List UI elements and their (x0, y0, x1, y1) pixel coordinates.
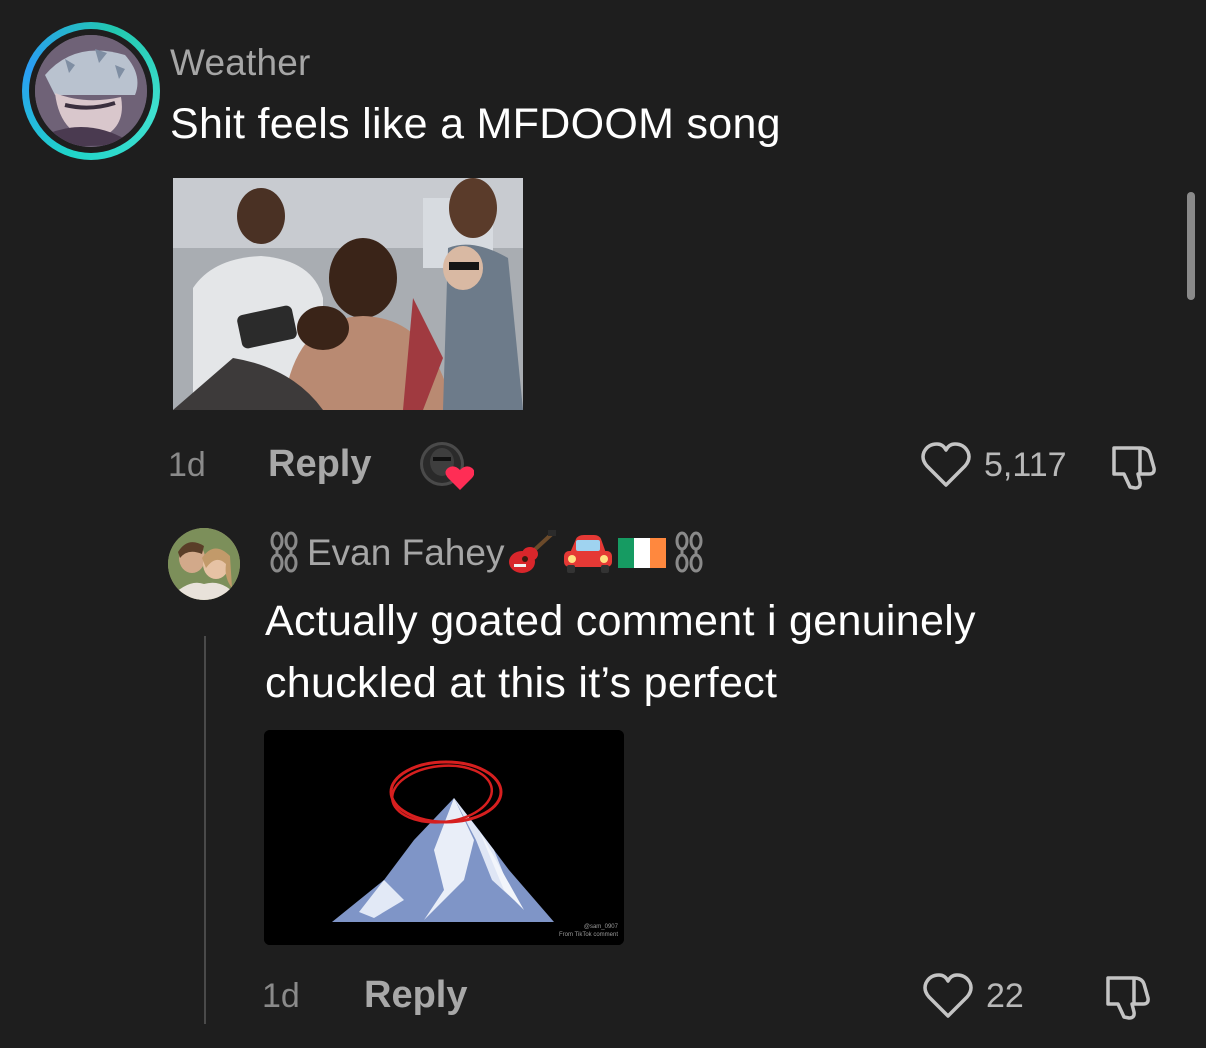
reply-like-count: 22 (986, 976, 1024, 1015)
chain-icon (675, 531, 703, 573)
comment-gif[interactable] (173, 178, 523, 410)
gif-watermark-user: @sam_0907 (583, 924, 618, 930)
reply-gif[interactable]: @sam_0907 From TikTok comment (264, 730, 624, 945)
reply-button[interactable]: Reply (268, 443, 371, 486)
comments-panel: Weather Shit feels like a MFDOOM song 1d (0, 0, 1206, 1048)
like-count: 5,117 (984, 445, 1067, 484)
comment-time: 1d (168, 446, 206, 484)
reply-username-text: Evan Fahey (307, 532, 505, 573)
ireland-flag-emoji (618, 538, 667, 568)
heart-outline-icon[interactable] (920, 441, 972, 489)
creator-liked-badge (418, 440, 475, 492)
scrollbar[interactable] (1187, 192, 1195, 300)
thread-line (204, 636, 206, 1024)
avatar (35, 35, 147, 147)
heart-icon (445, 466, 475, 490)
reply-like-group[interactable]: 22 (922, 972, 1024, 1020)
like-group[interactable]: 5,117 (920, 441, 1067, 489)
comment-username[interactable]: Weather (170, 42, 311, 84)
avatar-story-ring[interactable] (22, 22, 160, 160)
heart-outline-icon[interactable] (922, 972, 974, 1020)
chain-icon (270, 531, 298, 573)
reply-text: Actually goated comment i genuinely chuc… (265, 597, 976, 707)
reply-dislike-button[interactable] (1102, 970, 1154, 1027)
car-emoji (564, 535, 613, 573)
reply-reply-button[interactable]: Reply (364, 974, 467, 1017)
thumbs-down-icon (1112, 446, 1156, 490)
guitar-emoji (509, 530, 557, 573)
gif-watermark-source: From TikTok comment (558, 932, 618, 938)
dislike-button[interactable] (1108, 440, 1160, 497)
reply-time: 1d (262, 977, 300, 1015)
reply-username[interactable]: Evan Fahey (265, 530, 708, 576)
reply-avatar[interactable] (168, 528, 240, 600)
comment-text: Shit feels like a MFDOOM song (170, 100, 781, 148)
thumbs-down-icon (1106, 976, 1150, 1020)
